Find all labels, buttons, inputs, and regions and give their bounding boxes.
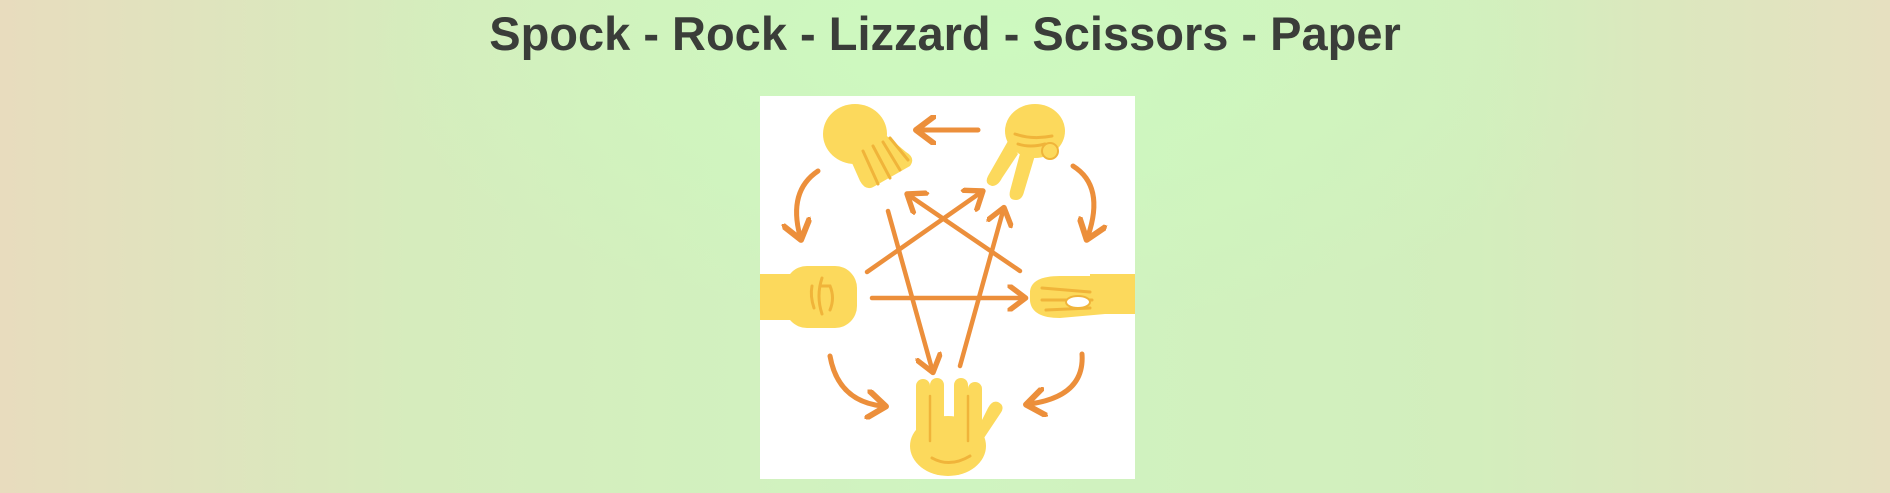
scissors-hand-icon [986, 104, 1065, 200]
arrow-star-4 [885, 208, 932, 369]
rules-diagram [760, 96, 1135, 479]
arrow-lizard-to-scissors [1070, 163, 1094, 236]
spock-hand-icon [910, 378, 1003, 476]
page-title: Spock - Rock - Lizzard - Scissors - Pape… [489, 7, 1401, 60]
rock-fist-icon [760, 266, 857, 328]
arrow-spock-to-lizard [1030, 351, 1085, 404]
arrow-rock-to-spock [827, 353, 882, 406]
rules-diagram-svg [760, 104, 1135, 476]
paper-hand-icon [823, 104, 913, 189]
lizard-hand-icon [1030, 274, 1135, 318]
arrow-paper-to-rock [797, 168, 821, 236]
arrow-star-2 [910, 196, 1023, 274]
